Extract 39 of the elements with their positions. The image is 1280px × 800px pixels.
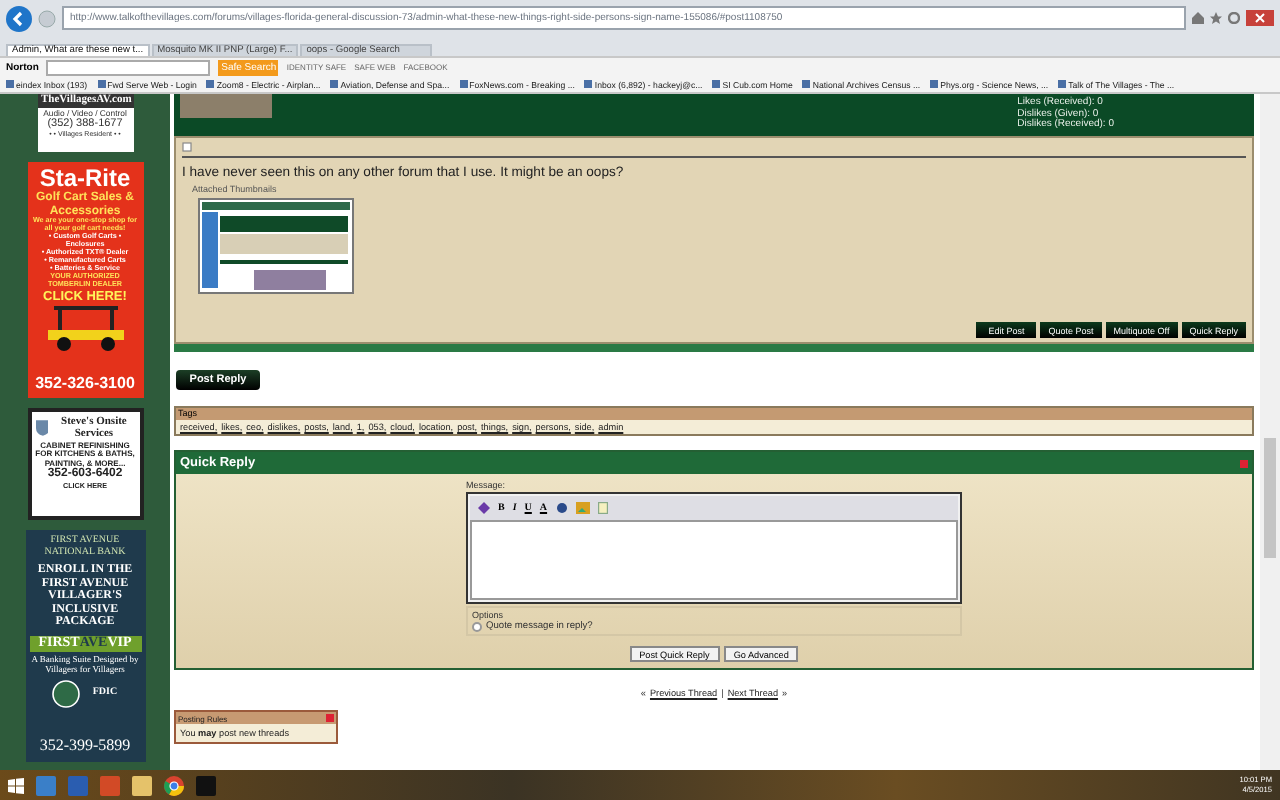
chrome-icon[interactable]	[164, 775, 184, 795]
message-input[interactable]	[470, 520, 958, 600]
back-icon[interactable]	[6, 5, 32, 31]
shield-icon	[35, 418, 49, 439]
favicon-icon	[6, 80, 14, 88]
vip-logo-icon	[52, 679, 81, 708]
app-icon[interactable]	[196, 775, 216, 795]
favicon-icon	[330, 80, 339, 88]
star-icon[interactable]	[1210, 12, 1222, 24]
slides-icon[interactable]	[100, 775, 120, 795]
favicon-icon	[1058, 80, 1067, 88]
settings-icon[interactable]	[1228, 12, 1240, 24]
ad-banner[interactable]	[27, 162, 143, 398]
favicon-icon	[584, 80, 593, 88]
link-icon[interactable]	[555, 502, 568, 514]
forward-icon[interactable]	[38, 9, 56, 27]
favicon-icon	[712, 80, 721, 88]
thumbnail-screenshot-drawing[interactable]	[198, 198, 354, 294]
photo-placeholder	[180, 94, 272, 118]
favicon-icon	[930, 80, 939, 88]
scrollbar[interactable]	[1260, 94, 1280, 770]
radio-button[interactable]	[472, 622, 482, 632]
favicon-icon	[206, 80, 215, 88]
post-icon	[182, 142, 192, 152]
ad-phone: 352-326-3100	[35, 376, 135, 394]
image-icon[interactable]	[575, 502, 590, 514]
eraser-icon[interactable]	[478, 502, 490, 514]
favicon-icon	[802, 80, 811, 88]
home-icon[interactable]	[1192, 12, 1204, 24]
browser-icon[interactable]	[36, 775, 56, 795]
favicon-icon	[459, 80, 468, 88]
favicon-icon	[97, 80, 106, 88]
folder-icon[interactable]	[132, 775, 152, 795]
document-icon[interactable]	[597, 502, 608, 514]
search-field[interactable]	[46, 59, 211, 75]
ad-brand: Sta-Rite	[39, 166, 131, 192]
close-icon[interactable]	[1246, 10, 1274, 26]
windows-icon[interactable]	[8, 777, 24, 793]
ad-phone: 352-399-5899	[39, 738, 131, 756]
